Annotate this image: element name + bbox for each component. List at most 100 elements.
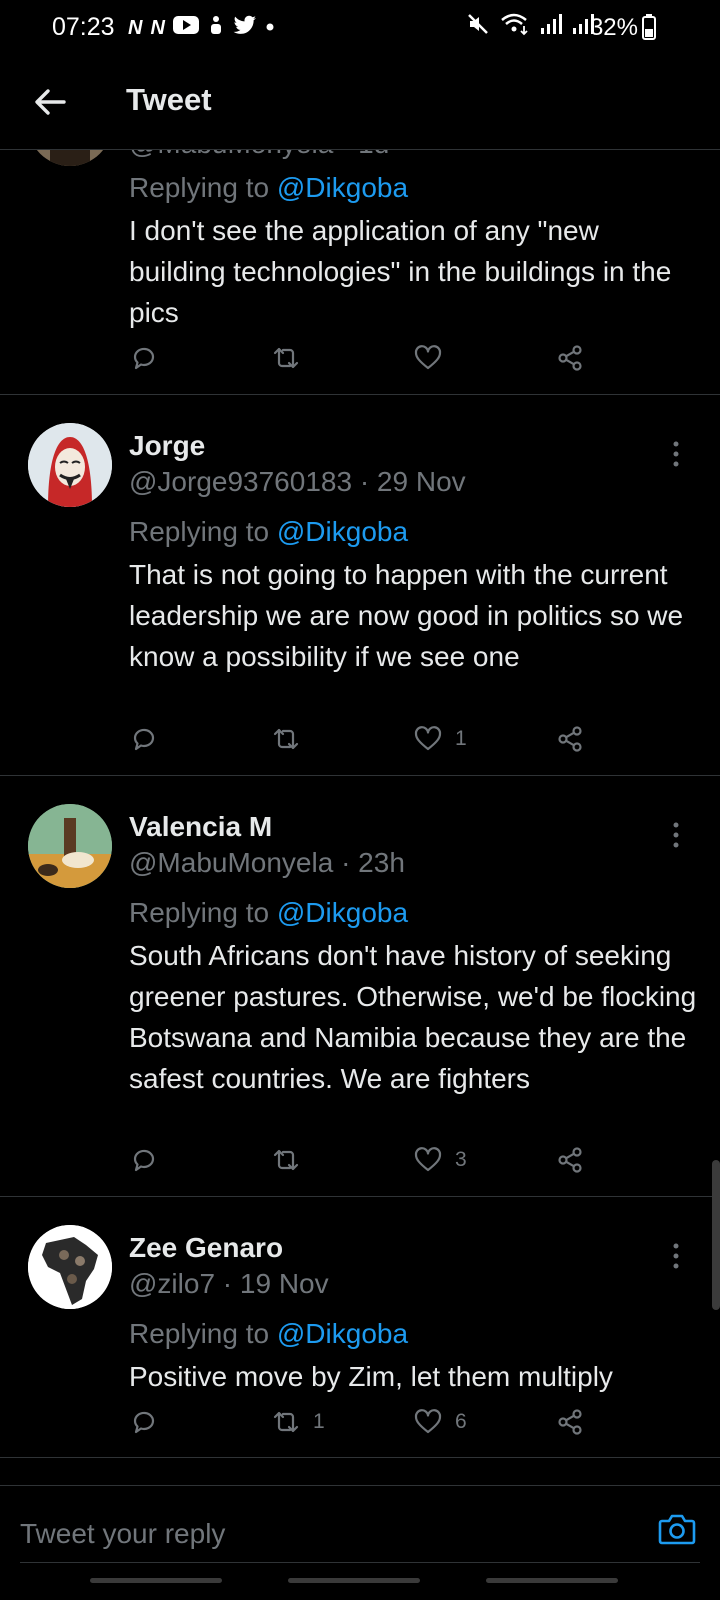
reply-mention-link[interactable]: @Dikgoba: [277, 897, 408, 928]
retweet-button[interactable]: 1: [271, 1407, 325, 1437]
mute-icon: [466, 12, 490, 41]
more-options-button[interactable]: [672, 440, 680, 468]
heart-icon: [414, 726, 442, 751]
reply-icon: [133, 728, 155, 751]
more-vertical-icon: [673, 441, 679, 467]
reply-feed[interactable]: @MabuMonyela · 1d Replying to @Dikgoba I…: [0, 150, 720, 1485]
replying-to: Replying to @Dikgoba: [129, 172, 408, 204]
wifi-icon: [500, 12, 530, 41]
replying-to: Replying to @Dikgoba: [129, 1318, 408, 1350]
share-icon: [558, 1409, 582, 1435]
retweet-button[interactable]: [271, 343, 313, 373]
avatar[interactable]: [28, 423, 112, 507]
replying-prefix: Replying to: [129, 516, 277, 547]
reply-button[interactable]: [129, 724, 159, 754]
youtube-icon: [172, 15, 199, 40]
dot-icon: [265, 19, 275, 37]
status-right-icons: [466, 12, 594, 41]
tweet-author-name[interactable]: Jorge: [129, 430, 205, 462]
retweet-icon: [273, 347, 299, 369]
replying-prefix: Replying to: [129, 897, 277, 928]
reply-input[interactable]: [20, 1512, 620, 1556]
tweet-text: I don't see the application of any "new …: [129, 215, 672, 328]
retweet-count: 1: [313, 1410, 325, 1433]
tweet-handle-line: @Jorge93760183 · 29 Nov: [129, 466, 466, 497]
avatar[interactable]: [28, 150, 112, 166]
replying-prefix: Replying to: [129, 1318, 277, 1349]
battery-percent: 32%: [589, 14, 638, 41]
share-button[interactable]: [555, 343, 585, 373]
share-icon: [558, 726, 582, 752]
reply-icon: [133, 1149, 155, 1172]
reply-mention-link[interactable]: @Dikgoba: [277, 516, 408, 547]
tweet-author-name[interactable]: Zee Genaro: [129, 1232, 283, 1264]
replying-to: Replying to @Dikgoba: [129, 516, 408, 548]
heart-icon: [414, 1409, 442, 1434]
like-count: 6: [455, 1410, 467, 1433]
page-title: Tweet: [126, 82, 212, 117]
tweet-handle-line: @MabuMonyela · 23h: [129, 847, 405, 878]
arrow-left-icon: [35, 89, 66, 115]
camera-button[interactable]: [656, 1508, 698, 1550]
battery-icon: [642, 14, 656, 45]
more-vertical-icon: [673, 822, 679, 848]
tweet[interactable]: Zee Genaro @zilo7 · 19 Nov Replying to @…: [0, 1197, 720, 1458]
scrollbar-thumb[interactable]: [712, 1160, 720, 1310]
tweet[interactable]: Jorge @Jorge93760183 · 29 Nov Replying t…: [0, 395, 720, 776]
heart-icon: [414, 1147, 442, 1172]
reply-mention-link[interactable]: @Dikgoba: [277, 1318, 408, 1349]
camera-icon: [658, 1514, 696, 1545]
reply-mention-link[interactable]: @Dikgoba: [277, 172, 408, 203]
like-count: 3: [455, 1148, 467, 1171]
reply-button[interactable]: [129, 1407, 159, 1437]
notification-icon: [207, 14, 225, 41]
share-button[interactable]: [555, 1407, 585, 1437]
twitter-icon: [233, 15, 257, 40]
reply-button[interactable]: [129, 343, 159, 373]
tweet-text: That is not going to happen with the cur…: [129, 559, 684, 672]
retweet-icon: [273, 1149, 299, 1171]
retweet-button[interactable]: [271, 1145, 313, 1175]
retweet-icon: [273, 728, 299, 750]
reply-icon: [133, 1411, 155, 1434]
share-button[interactable]: [555, 724, 585, 754]
reply-button[interactable]: [129, 1145, 159, 1175]
retweet-icon: [273, 1411, 299, 1433]
avatar[interactable]: [28, 1225, 112, 1309]
share-button[interactable]: [555, 1145, 585, 1175]
nav-home-button[interactable]: [288, 1578, 420, 1583]
heart-icon: [414, 345, 442, 370]
avatar[interactable]: [28, 804, 112, 888]
share-icon: [558, 345, 582, 371]
app-header: Tweet: [0, 56, 720, 150]
n-news-icon: N: [150, 16, 165, 39]
more-options-button[interactable]: [672, 821, 680, 849]
tweet-actions: 1 6: [129, 1407, 609, 1447]
like-button[interactable]: 1: [413, 724, 467, 754]
retweet-button[interactable]: [271, 724, 313, 754]
reply-composer: [0, 1485, 720, 1600]
tweet-text: South Africans don't have history of see…: [129, 940, 697, 1094]
tweet-actions: 3: [129, 1145, 609, 1185]
replying-to: Replying to @Dikgoba: [129, 897, 408, 929]
replying-prefix: Replying to: [129, 172, 277, 203]
tweet[interactable]: @MabuMonyela · 1d Replying to @Dikgoba I…: [0, 150, 720, 395]
status-time: 07:23: [52, 13, 115, 41]
like-button[interactable]: [413, 343, 455, 373]
tweet-actions: [129, 343, 609, 383]
tweet-author-name[interactable]: Valencia M: [129, 811, 272, 843]
nav-recents-button[interactable]: [90, 1578, 222, 1583]
status-bar: 07:23 N N 32%: [0, 0, 720, 56]
system-nav-bar: [90, 1578, 630, 1586]
like-button[interactable]: 6: [413, 1407, 467, 1437]
reply-icon: [133, 347, 155, 370]
tweet-handle-line: @MabuMonyela · 1d: [129, 150, 389, 160]
tweet[interactable]: Valencia M @MabuMonyela · 23h Replying t…: [0, 776, 720, 1197]
back-button[interactable]: [30, 82, 70, 122]
like-button[interactable]: 3: [413, 1145, 467, 1175]
like-count: 1: [455, 727, 467, 750]
status-left-icons: N N: [128, 14, 275, 41]
nav-back-button[interactable]: [486, 1578, 618, 1583]
more-options-button[interactable]: [672, 1242, 680, 1270]
input-underline: [20, 1562, 700, 1563]
